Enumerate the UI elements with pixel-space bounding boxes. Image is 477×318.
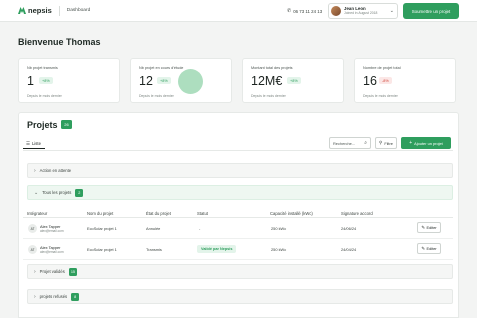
group-count-badge: 2 [75,188,84,197]
trend-badge: -8% [379,77,392,84]
group-count-badge: 15 [68,267,78,276]
filter-button[interactable]: ⚲ Filtre [375,137,397,149]
stat-period: Depuis le mois dernier [251,94,286,98]
add-project-label: Ajouter un projet [414,140,443,146]
column-header-status[interactable]: Statut [197,211,208,216]
search-placeholder: Recherche... [333,140,356,146]
nepsis-logo-icon [18,7,26,14]
trend-badge: +8% [287,77,301,84]
list-icon: ☰ [26,140,31,146]
stat-period: Depuis le mois dernier [27,94,62,98]
search-input[interactable]: Recherche... ⌕ [329,137,371,149]
project-capacity: 250 kWc [271,226,287,231]
chevron-right-icon: › [34,167,36,174]
signature-date: 24/06/24 [341,226,357,231]
column-header-capacity[interactable]: Capacité installé (kWc) [270,211,313,216]
project-capacity: 250 kWc [271,247,287,252]
status-badge: Validé par Nepsis [197,245,237,253]
plus-icon: + [409,140,413,146]
group-refused-projects[interactable]: › projets refusés 8 [27,289,453,304]
column-header-integrator[interactable]: Intégrateur [27,211,47,216]
chevron-down-icon: ⌄ [34,189,39,196]
edit-button[interactable]: ✎ Editer [417,243,441,254]
column-header-signature[interactable]: Signature accord [341,211,373,216]
project-status: - [199,226,201,231]
stat-label: Montant total des projets [251,66,293,70]
column-header-project-state[interactable]: État du projet [146,211,171,216]
pencil-icon: ✎ [421,224,425,230]
brand-name: nepsis [28,6,52,15]
stat-period: Depuis le mois dernier [363,94,398,98]
nav-dashboard[interactable]: Dashboard [67,8,90,13]
project-state: Annulée [146,226,161,231]
edit-label: Editer [426,246,437,251]
table-row[interactable]: AT Alex Tapper alex@email.com EcoSolar p… [23,239,453,260]
stat-label: Nombre de projet total [363,66,401,70]
group-label: Action en attente [39,168,72,173]
chevron-down-icon: ⌄ [389,8,394,14]
project-state: Transmis [146,247,162,252]
projects-panel: Projets 26 ☰ Liste Recherche... ⌕ ⚲ Filt… [18,112,459,318]
add-project-button[interactable]: + Ajouter un projet [401,137,451,149]
phone-icon: ✆ [287,8,292,14]
group-validated-projects[interactable]: › Projet validés 15 [27,264,453,279]
pencil-icon: ✎ [421,245,425,251]
group-label: Tous les projets [42,190,72,195]
trend-badge: +8% [39,77,53,84]
stat-value: 12 [139,74,153,88]
group-label: Projet validés [39,269,65,274]
projects-count-badge: 26 [61,120,72,129]
brand-logo[interactable]: nepsis [18,6,52,15]
integrator-email: alex@email.com [40,250,64,254]
chevron-right-icon: › [34,268,36,275]
tab-label: Liste [32,141,41,146]
group-all-projects[interactable]: ⌄ Tous les projets 2 [27,185,453,200]
filter-icon: ⚲ [379,140,383,145]
group-count-badge: 8 [71,292,80,301]
cursor-highlight [178,69,203,94]
project-name: EcoSolar projet 1 [87,247,117,252]
stat-value: 1 [27,74,34,88]
page-title: Bienvenue Thomas [18,37,101,47]
tab-list[interactable]: ☰ Liste [23,139,45,149]
user-menu[interactable]: Jean Leon Joined in August 2018 ⌄ [328,3,398,19]
stat-period: Depuis le mois dernier [139,94,174,98]
submit-project-button[interactable]: Soumettre un projet [403,3,459,19]
search-icon: ⌕ [364,140,367,146]
integrator-email: alex@email.com [40,229,64,233]
column-header-project-name[interactable]: Nom du projet [87,211,113,216]
filter-label: Filtre [384,140,393,146]
stat-value: 16 [363,74,377,88]
stat-card-transmitted: Nb projet transmis 1 +8% Depuis le mois … [18,58,120,103]
stat-card-in-study: Nb projet en cours d'étude 12 +8% Depuis… [130,58,232,103]
table-row[interactable]: AT Alex Tapper alex@email.com EcoSolar p… [23,218,453,239]
chevron-right-icon: › [34,293,36,300]
edit-label: Editer [426,225,437,230]
stat-label: Nb projet transmis [27,66,58,70]
phone-number: 06 73 11 24 13 [293,8,323,14]
stat-card-total-projects: Nombre de projet total 16 -8% Depuis le … [354,58,456,103]
signature-date: 24/04/24 [341,247,357,252]
project-name: EcoSolar projet 1 [87,226,117,231]
group-pending-actions[interactable]: › Action en attente [27,163,453,178]
divider [58,5,60,16]
tab-divider [23,150,453,151]
avatar: AT [28,224,37,233]
stat-value: 12M€ [251,74,283,88]
projects-title: Projets [27,120,58,130]
stat-card-total-amount: Montant total des projets 12M€ +8% Depui… [242,58,344,103]
stat-label: Nb projet en cours d'étude [139,66,184,70]
edit-button[interactable]: ✎ Editer [417,222,441,233]
group-label: projets refusés [39,294,68,299]
user-joined: Joined in August 2018 [344,11,378,15]
trend-badge: +8% [157,77,171,84]
avatar [331,6,341,16]
phone-contact[interactable]: ✆ 06 73 11 24 13 [287,8,322,14]
avatar: AT [28,245,37,254]
